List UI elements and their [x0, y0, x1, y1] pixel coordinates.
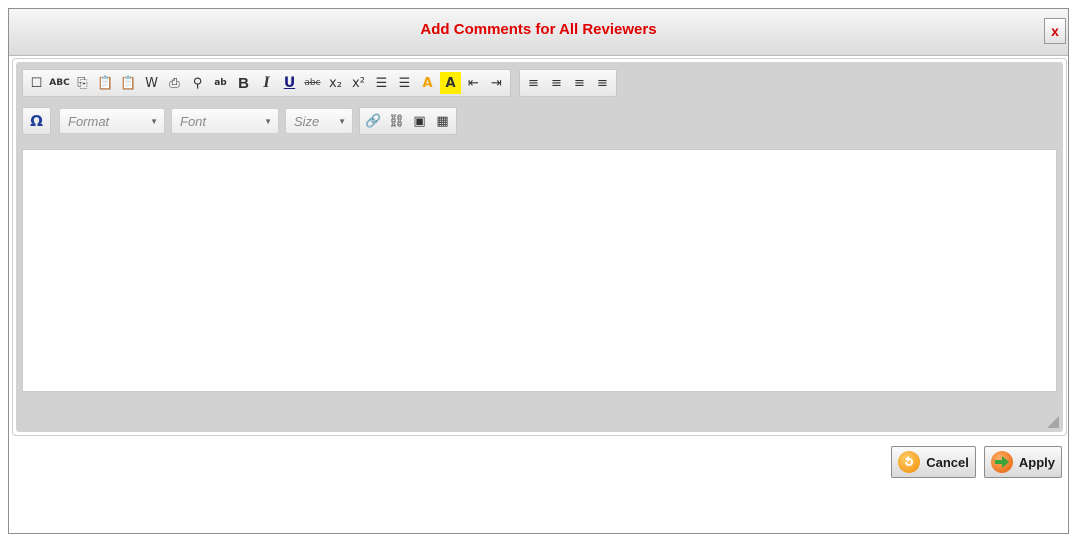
subscript-icon[interactable]: x₂ — [325, 72, 346, 94]
toolbar-row-1: ☐ ABC ⎘ 📋 📋 W ⎙ ⚲ ab B I Uabc x₂ x² ☰ ☰ A A ⇤ ⇥ ≡ ≡ ≡ ≡ — [22, 69, 625, 97]
size-dropdown[interactable]: Size ▼ — [285, 108, 353, 134]
remove-link-icon[interactable]: ⛓ — [386, 110, 407, 132]
close-button[interactable]: x — [1044, 18, 1066, 44]
insert-link-icon[interactable]: 🔗 — [363, 110, 384, 132]
numbered-list-icon[interactable]: ☰ — [371, 72, 392, 94]
find-icon[interactable]: ⚲ — [187, 72, 208, 94]
font-dropdown[interactable]: Font ▼ — [171, 108, 279, 134]
size-dropdown-label: Size — [294, 113, 320, 129]
spellcheck-icon[interactable]: ABC — [49, 72, 70, 94]
justify-icon[interactable]: ≡ — [592, 72, 613, 94]
toolbar-row-2: Ω Format ▼ Font ▼ Size ▼ 🔗 ⛓ ▣ ▦ — [22, 107, 465, 135]
editor-content-area[interactable] — [22, 149, 1057, 392]
bold-icon[interactable]: B — [233, 72, 254, 94]
text-color-icon[interactable]: A — [417, 72, 438, 94]
cancel-button[interactable]: Cancel — [891, 446, 976, 478]
format-dropdown[interactable]: Format ▼ — [59, 108, 165, 134]
background-color-icon[interactable]: A — [440, 72, 461, 94]
editor-frame: ☐ ABC ⎘ 📋 📋 W ⎙ ⚲ ab B I Uabc x₂ x² ☰ ☰ A A ⇤ ⇥ ≡ ≡ ≡ ≡ Ω Form… — [12, 58, 1067, 436]
format-dropdown-label: Format — [68, 113, 110, 129]
special-character-icon[interactable]: Ω — [26, 110, 47, 132]
apply-button[interactable]: Apply — [983, 446, 1062, 478]
outdent-icon[interactable]: ⇤ — [463, 72, 484, 94]
undo-arrow-icon — [898, 451, 921, 473]
rich-text-editor: ☐ ABC ⎘ 📋 📋 W ⎙ ⚲ ab B I Uabc x₂ x² ☰ ☰ A A ⇤ ⇥ ≡ ≡ ≡ ≡ Ω Form… — [16, 62, 1063, 432]
insert-table-icon[interactable]: ▦ — [432, 110, 453, 132]
chevron-down-icon: ▼ — [150, 116, 158, 126]
toolbar-group-align: ≡ ≡ ≡ ≡ — [519, 69, 617, 97]
print-icon[interactable]: ⎙ — [164, 72, 185, 94]
bulleted-list-icon[interactable]: ☰ — [394, 72, 415, 94]
font-dropdown-label: Font — [180, 113, 207, 129]
underline-icon[interactable]: U — [279, 72, 300, 94]
paste-word-icon[interactable]: W — [141, 72, 162, 94]
italic-icon[interactable]: I — [256, 72, 277, 94]
toolbar-group-format: ☐ ABC ⎘ 📋 📋 W ⎙ ⚲ ab B I Uabc x₂ x² ☰ ☰ A A ⇤ ⇥ — [22, 69, 511, 97]
dialog-footer: Cancel Apply — [883, 446, 1062, 478]
copy-icon[interactable]: ⎘ — [72, 72, 93, 94]
dialog-title: Add Comments for All Reviewers — [420, 21, 657, 38]
superscript-icon[interactable]: x² — [348, 72, 369, 94]
toolbar-group-insert: 🔗 ⛓ ▣ ▦ — [359, 107, 457, 135]
toolbar-group-special: Ω — [22, 107, 51, 135]
strikethrough-icon[interactable]: abc — [302, 72, 323, 94]
replace-icon[interactable]: ab — [210, 72, 231, 94]
comments-dialog: Add Comments for All Reviewers x ☐ ABC ⎘ 📋 📋… — [8, 8, 1069, 534]
chevron-down-icon: ▼ — [338, 116, 346, 126]
align-right-icon[interactable]: ≡ — [569, 72, 590, 94]
insert-image-icon[interactable]: ▣ — [409, 110, 430, 132]
forward-arrow-icon — [990, 451, 1013, 473]
paste-icon[interactable]: 📋 — [95, 72, 116, 94]
resize-handle-icon[interactable] — [1047, 416, 1059, 428]
chevron-down-icon: ▼ — [264, 116, 272, 126]
new-page-icon[interactable]: ☐ — [26, 72, 47, 94]
align-left-icon[interactable]: ≡ — [523, 72, 544, 94]
apply-button-label: Apply — [1018, 454, 1055, 470]
paste-text-icon[interactable]: 📋 — [118, 72, 139, 94]
cancel-button-label: Cancel — [926, 454, 969, 470]
dialog-titlebar: Add Comments for All Reviewers x — [9, 9, 1068, 56]
indent-icon[interactable]: ⇥ — [486, 72, 507, 94]
align-center-icon[interactable]: ≡ — [546, 72, 567, 94]
